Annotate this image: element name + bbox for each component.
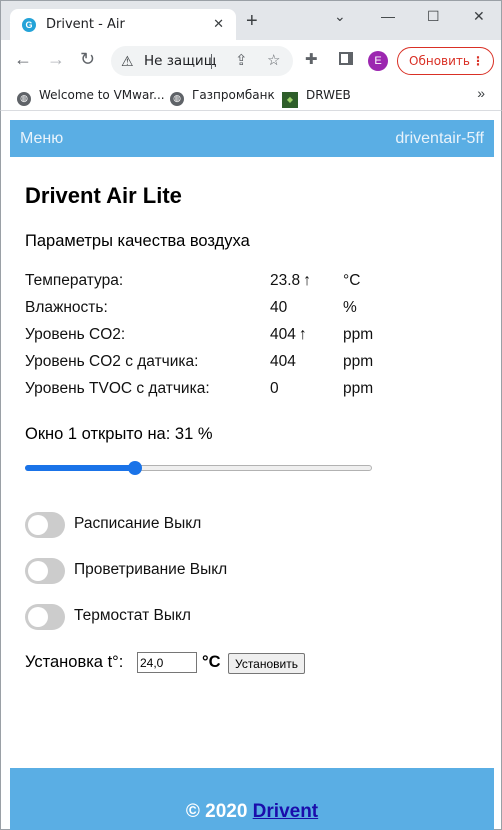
bookmarks-bar: ◍ Welcome to VMwar... ◍ Газпромбанк ◆ DRWEB… [0, 80, 502, 111]
back-arrow-icon[interactable]: ← [14, 49, 32, 69]
param-label: Уровень CO2: [25, 326, 126, 343]
param-label: Температура: [25, 272, 124, 289]
param-row-temperature: Температура: 23.8 ↑ °C [25, 272, 385, 292]
toggle-ventilation: Проветривание Выкл [25, 558, 325, 584]
browser-toolbar: ← → ↻ ⚠ Не защищ ⇪ ☆ ✚ E Обновить ⋮ [0, 40, 502, 80]
set-temperature-button[interactable]: Установить [228, 653, 305, 674]
setpoint-input[interactable] [137, 652, 197, 673]
new-tab-icon[interactable]: + [246, 11, 258, 31]
drweb-icon: ◆ [282, 92, 298, 108]
close-window-icon[interactable]: ✕ [473, 8, 485, 25]
param-row-humidity: Влажность: 40 % [25, 299, 385, 319]
tab-title: Drivent - Air [46, 17, 125, 32]
browser-titlebar: G Drivent - Air ✕ + ⌄ — ☐ ✕ [0, 0, 502, 41]
page-title: Drivent Air Lite [25, 183, 182, 208]
bookmark-vmware[interactable]: ◍ Welcome to VMwar... [17, 85, 165, 106]
toggle-schedule: Расписание Выкл [25, 512, 325, 538]
param-value: 404 ↑ [270, 326, 307, 343]
setpoint-row: Установка t°: °C Установить [25, 652, 425, 674]
share-icon[interactable]: ⇪ [235, 51, 248, 69]
bookmark-label: Газпромбанк [192, 88, 275, 102]
extensions-puzzle-icon[interactable]: ✚ [305, 50, 318, 68]
footer-text: © 2020 Drivent [10, 801, 494, 823]
section-title: Параметры качества воздуха [25, 232, 250, 250]
side-panel-icon[interactable] [339, 52, 353, 65]
param-value: 40 [270, 299, 288, 316]
reload-icon[interactable]: ↻ [80, 49, 95, 69]
address-divider [211, 54, 212, 69]
globe-icon: ◍ [170, 92, 184, 106]
toggle-label: Термостат Выкл [74, 607, 191, 624]
copyright-text: © 2020 [185, 801, 248, 822]
toggle-thermostat: Термостат Выкл [25, 604, 325, 630]
trend-up-arrow-icon: ↑ [298, 326, 307, 343]
profile-avatar[interactable]: E [368, 51, 388, 71]
address-bar[interactable]: ⚠ Не защищ ⇪ ☆ [111, 46, 293, 76]
bookmark-star-icon[interactable]: ☆ [267, 51, 280, 69]
more-menu-icon: ⋮ [472, 54, 484, 68]
switch-knob [28, 515, 48, 535]
site-footer: © 2020 Drivent [10, 768, 494, 830]
bookmark-gazprombank[interactable]: ◍ Газпромбанк [170, 85, 275, 106]
param-unit: ppm [343, 353, 374, 370]
param-label: Уровень TVOC с датчика: [25, 380, 210, 397]
page-viewport: Меню driventair-5ff Drivent Air Lite Пар… [0, 111, 502, 830]
param-unit: ppm [343, 326, 374, 343]
update-button-label: Обновить [409, 54, 470, 68]
param-unit: °C [343, 272, 361, 289]
param-label: Влажность: [25, 299, 108, 316]
trend-up-arrow-icon: ↑ [303, 272, 312, 289]
param-value: 0 [270, 380, 279, 397]
window-open-label: Окно 1 открыто на: 31 % [25, 425, 213, 443]
slider-fill [25, 465, 136, 471]
toggle-label: Расписание Выкл [74, 515, 202, 532]
bookmark-label: DRWEB [306, 88, 351, 102]
param-unit: ppm [343, 380, 374, 397]
param-value: 404 [270, 353, 296, 370]
tab-favicon-icon: G [22, 18, 36, 32]
ventilation-switch[interactable] [25, 558, 65, 584]
param-value: 23.8 ↑ [270, 272, 312, 289]
param-row-tvoc-sensor: Уровень TVOC с датчика: 0 ppm [25, 380, 385, 400]
forward-arrow-icon[interactable]: → [47, 49, 65, 69]
window-position-slider[interactable] [25, 458, 372, 478]
menu-link[interactable]: Меню [20, 130, 63, 148]
minimize-icon[interactable]: — [381, 8, 395, 24]
switch-knob [28, 607, 48, 627]
update-button[interactable]: Обновить ⋮ [397, 47, 494, 75]
address-security-text: Не защищ [144, 53, 217, 69]
site-navbar: Меню driventair-5ff [10, 120, 494, 157]
drivent-link[interactable]: Drivent [253, 801, 318, 822]
switch-knob [28, 561, 48, 581]
param-row-co2-sensor: Уровень CO2 с датчика: 404 ppm [25, 353, 385, 373]
bookmark-drweb[interactable]: ◆ DRWEB [282, 85, 351, 108]
thermostat-switch[interactable] [25, 604, 65, 630]
param-unit: % [343, 299, 357, 316]
param-row-co2: Уровень CO2: 404 ↑ ppm [25, 326, 385, 346]
toggle-label: Проветривание Выкл [74, 561, 228, 578]
tab-search-chevron-icon[interactable]: ⌄ [334, 8, 346, 25]
browser-tab[interactable]: G Drivent - Air ✕ [10, 9, 236, 41]
schedule-switch[interactable] [25, 512, 65, 538]
setpoint-unit: °C [202, 653, 221, 671]
bookmark-label: Welcome to VMwar... [39, 88, 165, 102]
warning-icon[interactable]: ⚠ [121, 53, 134, 70]
bookmarks-overflow-icon[interactable]: » [477, 85, 485, 101]
tab-close-icon[interactable]: ✕ [213, 16, 224, 32]
maximize-icon[interactable]: ☐ [427, 8, 440, 25]
globe-icon: ◍ [17, 92, 31, 106]
slider-thumb[interactable] [128, 461, 143, 475]
device-name-link[interactable]: driventair-5ff [395, 130, 484, 148]
param-label: Уровень CO2 с датчика: [25, 353, 199, 370]
setpoint-label: Установка t°: [25, 653, 124, 671]
